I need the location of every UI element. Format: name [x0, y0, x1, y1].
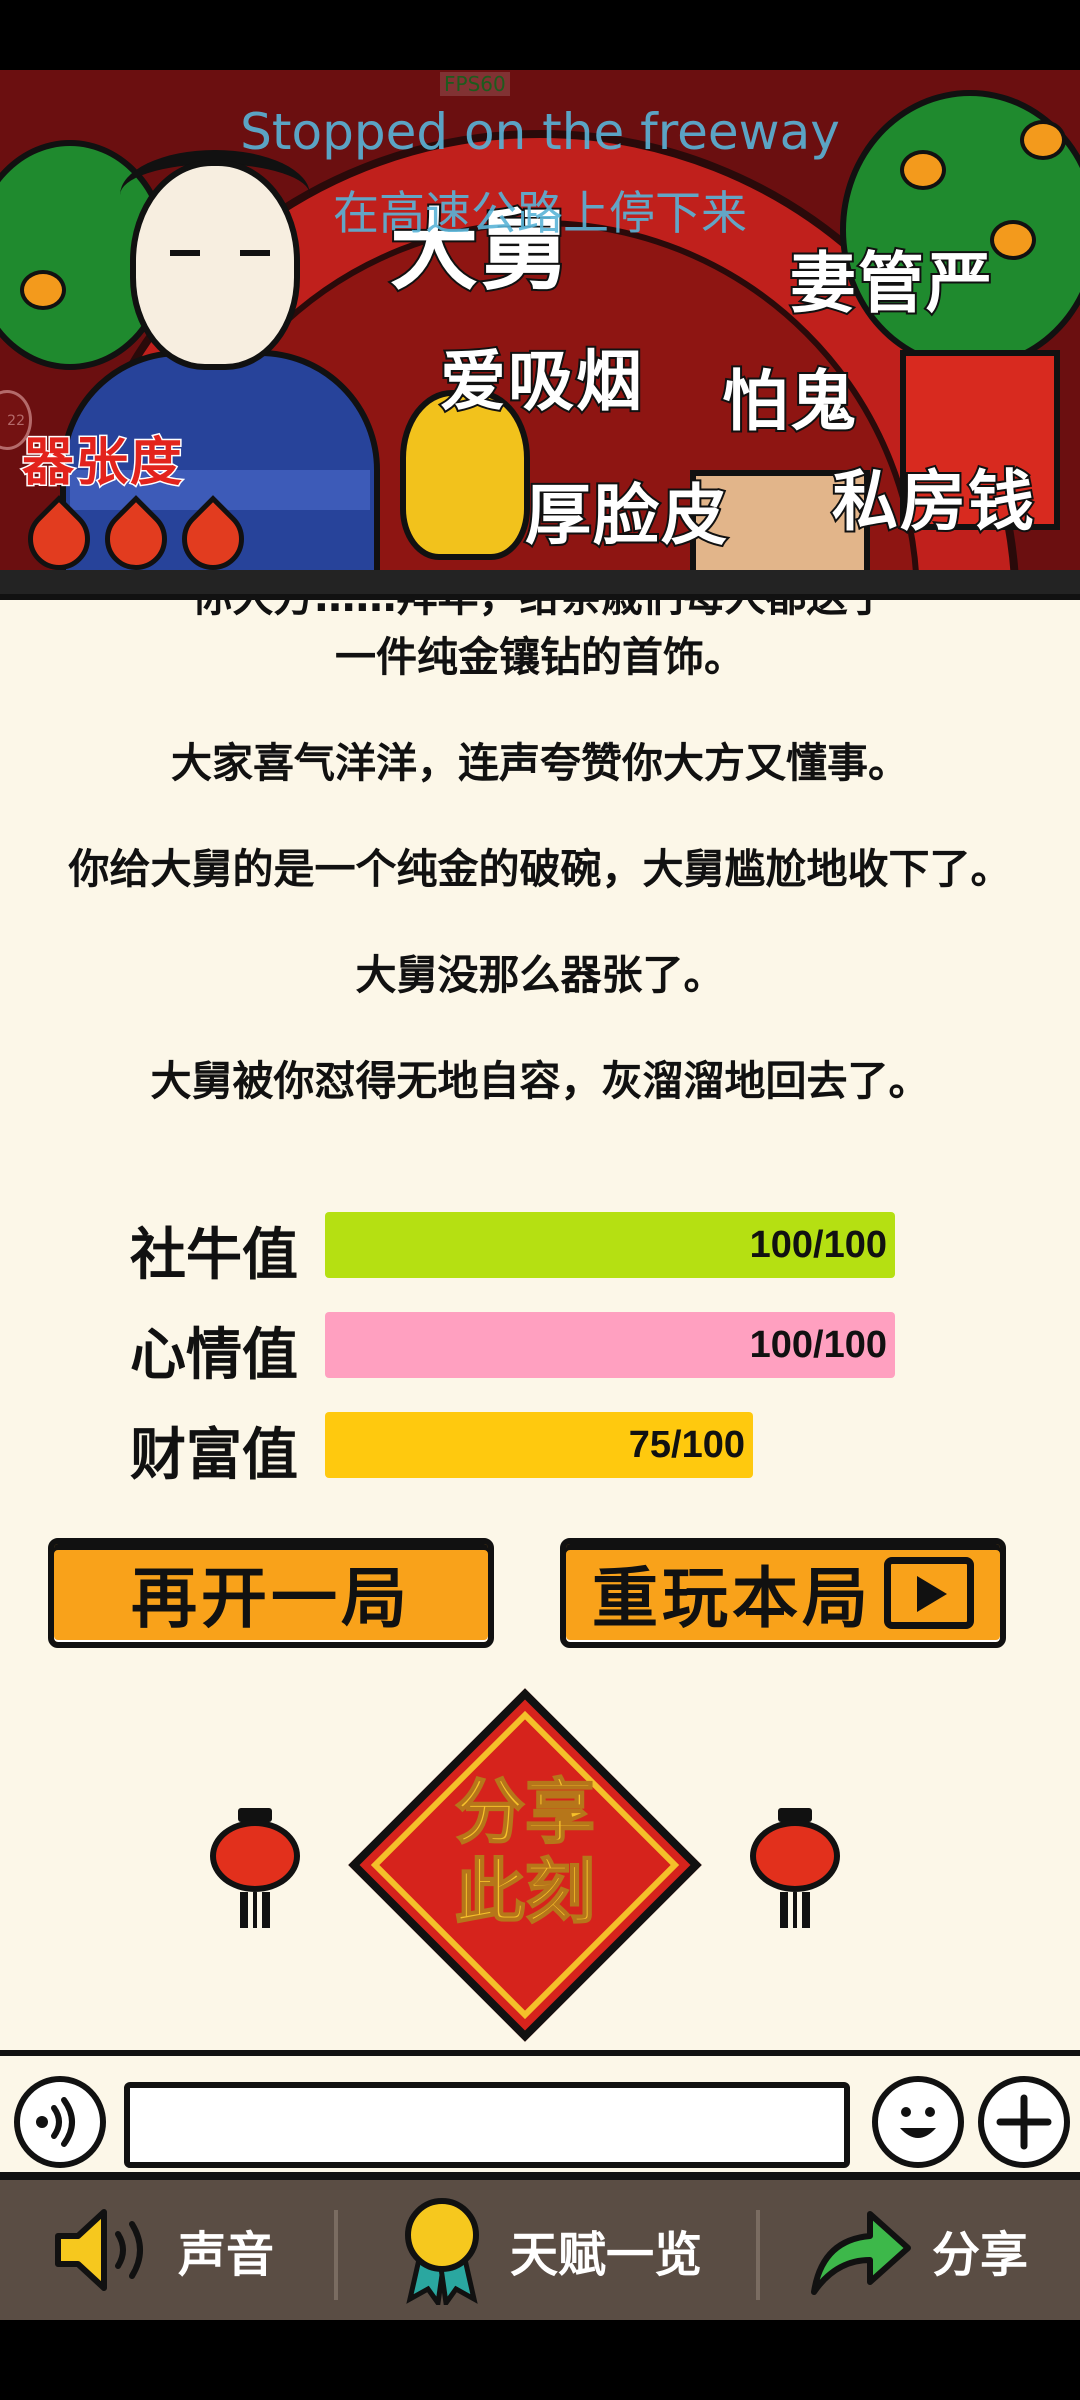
plus-icon — [996, 2094, 1052, 2150]
stat-bar-fill: 75/100 — [325, 1412, 753, 1478]
nav-divider — [756, 2210, 760, 2300]
lantern-icon — [210, 1808, 300, 1928]
nav-divider — [334, 2210, 338, 2300]
caption-chinese: 在高速公路上停下来 — [333, 186, 747, 240]
story-text: 你大方……拜年，给亲戚们每人都送了 一件纯金镶钻的首饰。 大家喜气洋洋，连声夸赞… — [0, 600, 1080, 1110]
stat-social: 社牛值 100/100 — [0, 1208, 1080, 1288]
result-panel: 你大方……拜年，给亲戚们每人都送了 一件纯金镶钻的首饰。 大家喜气洋洋，连声夸赞… — [0, 600, 1080, 2050]
emoji-button[interactable] — [872, 2076, 964, 2168]
story-line: 你给大舅的是一个纯金的破碗，大舅尴尬地收下了。 — [68, 845, 1012, 893]
share-moment-label[interactable]: 分享 此刻 — [400, 1771, 650, 1933]
tag-henpecked: 妻管严 — [788, 243, 994, 324]
stat-bar-fill: 100/100 — [325, 1212, 895, 1278]
stat-mood: 心情值 100/100 — [0, 1308, 1080, 1388]
story-line-cut: 你大方……拜年，给亲戚们每人都送了 — [0, 600, 1080, 628]
lantern-icon — [750, 1808, 840, 1928]
story-line: 大舅没那么器张了。 — [355, 951, 725, 999]
tag-smoking: 爱吸烟 — [438, 341, 644, 422]
caption-english: Stopped on the freeway — [240, 103, 840, 161]
nav-talents-label: 天赋一览 — [510, 2227, 703, 2283]
speaker-icon — [55, 2209, 143, 2291]
sound-wave-icon — [36, 2097, 75, 2147]
tag-afraid-of-ghosts: 怕鬼 — [720, 361, 858, 442]
nav-share-label: 分享 — [932, 2227, 1029, 2283]
tag-private-money: 私房钱 — [830, 461, 1036, 542]
stat-bar-fill: 100/100 — [325, 1312, 895, 1378]
share-moment-line2: 此刻 — [454, 1851, 596, 1933]
stat-label: 社牛值 — [130, 1223, 298, 1288]
stat-label: 心情值 — [130, 1323, 298, 1388]
replay-button[interactable]: 重玩本局 — [560, 1538, 1006, 1648]
share-moment-line1: 分享 — [454, 1771, 596, 1853]
replay-label: 重玩本局 — [592, 1560, 872, 1637]
tag-thick-skinned: 厚脸皮 — [523, 475, 729, 556]
stat-value: 75/100 — [628, 1424, 745, 1466]
banner-divider — [0, 570, 1080, 600]
bottom-nav: 声音 天赋一览 分享 — [0, 2180, 1080, 2320]
voice-input-button[interactable] — [14, 2076, 106, 2168]
nav-sound-label: 声音 — [178, 2227, 275, 2283]
smiley-icon — [900, 2107, 936, 2138]
story-line: 大家喜气洋洋，连声夸赞你大方又懂事。 — [171, 739, 909, 787]
stat-wealth: 财富值 75/100 — [0, 1408, 1080, 1488]
share-arrow-icon — [811, 2211, 911, 2295]
uncle-eye-right — [240, 250, 270, 256]
uncle-eye-left — [170, 250, 200, 256]
medal-icon — [405, 2198, 479, 2305]
chat-bar — [0, 2050, 1080, 2180]
stat-value: 100/100 — [749, 1224, 887, 1266]
nav-talents[interactable]: 天赋一览 — [392, 2180, 702, 2320]
status-bar — [0, 0, 1080, 70]
nav-sound[interactable]: 声音 — [50, 2180, 274, 2320]
more-button[interactable] — [978, 2076, 1070, 2168]
play-icon — [884, 1557, 974, 1629]
stat-label: 财富值 — [130, 1423, 298, 1488]
attribute-label: 器张度 — [20, 432, 185, 495]
system-nav-bar — [0, 2320, 1080, 2400]
chat-input[interactable] — [124, 2082, 850, 2168]
story-line: 一件纯金镶钻的首饰。 — [335, 633, 745, 681]
fps-counter: FPS60 — [440, 72, 510, 96]
new-game-button[interactable]: 再开一局 — [48, 1538, 494, 1648]
stat-value: 100/100 — [749, 1324, 887, 1366]
story-line: 大舅被你怼得无地自容，灰溜溜地回去了。 — [150, 1057, 930, 1105]
new-game-label: 再开一局 — [131, 1560, 411, 1637]
nav-share[interactable]: 分享 — [804, 2180, 1028, 2320]
